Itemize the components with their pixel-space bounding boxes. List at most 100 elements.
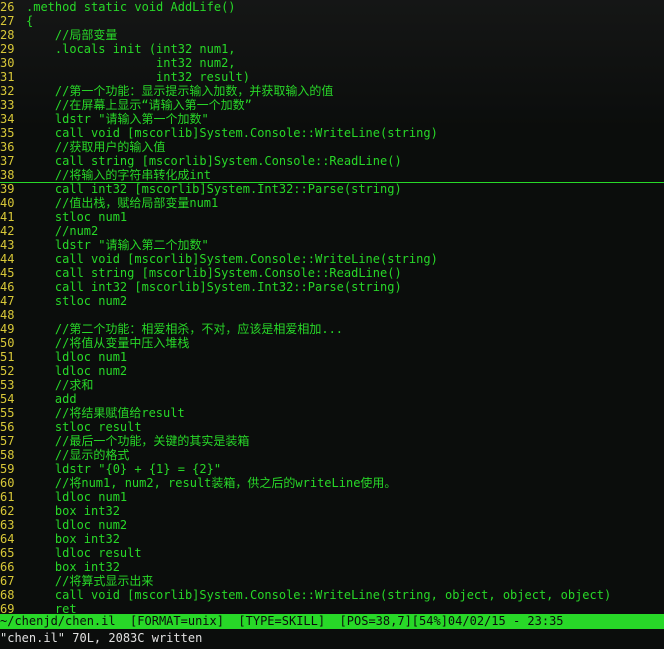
line-number: 64 [0,532,15,546]
code-line[interactable]: 32 //第一个功能：显示提示输入加数，并获取输入的值 [0,84,664,98]
code-line[interactable]: 39 call int32 [mscorlib]System.Int32::Pa… [0,182,664,196]
code-line[interactable]: 35 call void [mscorlib]System.Console::W… [0,126,664,140]
line-number: 57 [0,434,15,448]
line-number: 67 [0,574,15,588]
code-text: call void [mscorlib]System.Console::Writ… [26,252,438,266]
code-line[interactable]: 40 //值出栈，赋给局部变量num1 [0,196,664,210]
code-line[interactable]: 51 ldloc num1 [0,350,664,364]
code-text: //num2 [26,224,99,238]
code-line[interactable]: 41 stloc num1 [0,210,664,224]
code-line[interactable]: 58 //显示的格式 [0,448,664,462]
code-line[interactable]: 61 ldloc num1 [0,490,664,504]
code-line[interactable]: 47 stloc num2 [0,294,664,308]
terminal-window[interactable]: 26 .method static void AddLife() 27 {28 //局… [0,0,664,649]
code-text: //值出栈，赋给局部变量num1 [26,196,219,210]
status-line: ~/chenjd/chen.il [FORMAT=unix] [TYPE=SKI… [0,614,664,629]
code-line[interactable]: 28 //局部变量 [0,28,664,42]
line-number: 40 [0,196,15,210]
line-number: 27 [0,14,15,28]
code-line[interactable]: 66 box int32 [0,560,664,574]
code-text: //将num1, num2, result装箱，供之后的writeLine使用。 [26,476,397,490]
code-text: int32 num2, [26,56,236,70]
code-line[interactable]: 34 ldstr "请输入第一个加数" [0,112,664,126]
code-text: //将输入的字符串转化成int [26,168,212,182]
code-line[interactable]: 33 //在屏幕上显示“请输入第一个加数” [0,98,664,112]
code-line[interactable]: 60 //将num1, num2, result装箱，供之后的writeLine… [0,476,664,490]
code-line[interactable]: 37 call string [mscorlib]System.Console:… [0,154,664,168]
code-line[interactable]: 27 { [0,14,664,28]
code-text: { [26,14,34,28]
line-number: 50 [0,336,15,350]
code-line[interactable]: 56 stloc result [0,420,664,434]
code-line[interactable]: 49 //第二个功能：相爱相杀，不对，应该是相爱相加... [0,322,664,336]
line-number: 53 [0,378,15,392]
code-text: int32 result) [26,70,250,84]
code-line[interactable]: 53 //求和 [0,378,664,392]
code-text: stloc num2 [26,294,128,308]
code-line[interactable]: 36 //获取用户的输入值 [0,140,664,154]
code-line[interactable]: 68 call void [mscorlib]System.Console::W… [0,588,664,602]
code-line[interactable]: 52 ldloc num2 [0,364,664,378]
code-text: //将值从变量中压入堆栈 [26,336,190,350]
code-text: call string [mscorlib]System.Console::Re… [26,266,402,280]
code-text: call int32 [mscorlib]System.Int32::Parse… [26,182,402,196]
code-line[interactable]: 31 int32 result) [0,70,664,84]
code-line[interactable]: 30 int32 num2, [0,56,664,70]
line-number: 49 [0,322,15,336]
code-line[interactable]: 55 //将结果赋值给result [0,406,664,420]
line-number: 58 [0,448,15,462]
line-number: 46 [0,280,15,294]
line-number: 63 [0,518,15,532]
code-line[interactable]: 63 ldloc num2 [0,518,664,532]
code-line[interactable]: 50 //将值从变量中压入堆栈 [0,336,664,350]
code-line[interactable]: 64 box int32 [0,532,664,546]
code-line[interactable]: 26 .method static void AddLife() [0,0,664,14]
line-number: 48 [0,308,15,322]
line-number: 44 [0,252,15,266]
code-line[interactable]: 46 call int32 [mscorlib]System.Int32::Pa… [0,280,664,294]
code-text: //获取用户的输入值 [26,140,166,154]
line-number: 33 [0,98,15,112]
code-line[interactable]: 43 ldstr "请输入第二个加数" [0,238,664,252]
line-number: 45 [0,266,15,280]
code-text: add [26,392,77,406]
line-number: 62 [0,504,15,518]
code-text: //第一个功能：显示提示输入加数，并获取输入的值 [26,84,334,98]
code-line[interactable]: 44 call void [mscorlib]System.Console::W… [0,252,664,266]
code-text: box int32 [26,532,120,546]
code-line[interactable]: 54 add [0,392,664,406]
line-number: 51 [0,350,15,364]
code-line[interactable]: 59 ldstr "{0} + {1} = {2}" [0,462,664,476]
line-number: 34 [0,112,15,126]
line-number: 68 [0,588,15,602]
line-number: 60 [0,476,15,490]
code-text: ldloc num1 [26,350,128,364]
code-line[interactable]: 62 box int32 [0,504,664,518]
code-text: ldloc num2 [26,518,128,532]
code-line[interactable]: 45 call string [mscorlib]System.Console:… [0,266,664,280]
line-number: 31 [0,70,15,84]
line-number: 38 [0,168,15,182]
code-line[interactable]: 38 //将输入的字符串转化成int [0,168,664,183]
line-number: 26 [0,0,15,14]
line-number: 65 [0,546,15,560]
line-number: 39 [0,182,15,196]
code-text: //第二个功能：相爱相杀，不对，应该是相爱相加... [26,322,344,336]
code-text: .locals init (int32 num1, [26,42,236,56]
code-line[interactable]: 57 //最后一个功能，关键的其实是装箱 [0,434,664,448]
line-number: 66 [0,560,15,574]
code-line[interactable]: 67 //将算式显示出来 [0,574,664,588]
code-text: .method static void AddLife() [26,0,236,14]
code-line[interactable]: 65 ldloc result [0,546,664,560]
code-line[interactable]: 48 [0,308,664,322]
line-number: 32 [0,84,15,98]
code-line[interactable]: 29 .locals init (int32 num1, [0,42,664,56]
code-text: call void [mscorlib]System.Console::Writ… [26,588,612,602]
code-text: //将算式显示出来 [26,574,154,588]
code-line[interactable]: 42 //num2 [0,224,664,238]
code-text: ldloc result [26,546,142,560]
code-text: ldstr "请输入第一个加数" [26,112,209,126]
line-number: 42 [0,224,15,238]
command-message-line: "chen.il" 70L, 2083C written [0,631,203,645]
code-text: //求和 [26,378,94,392]
